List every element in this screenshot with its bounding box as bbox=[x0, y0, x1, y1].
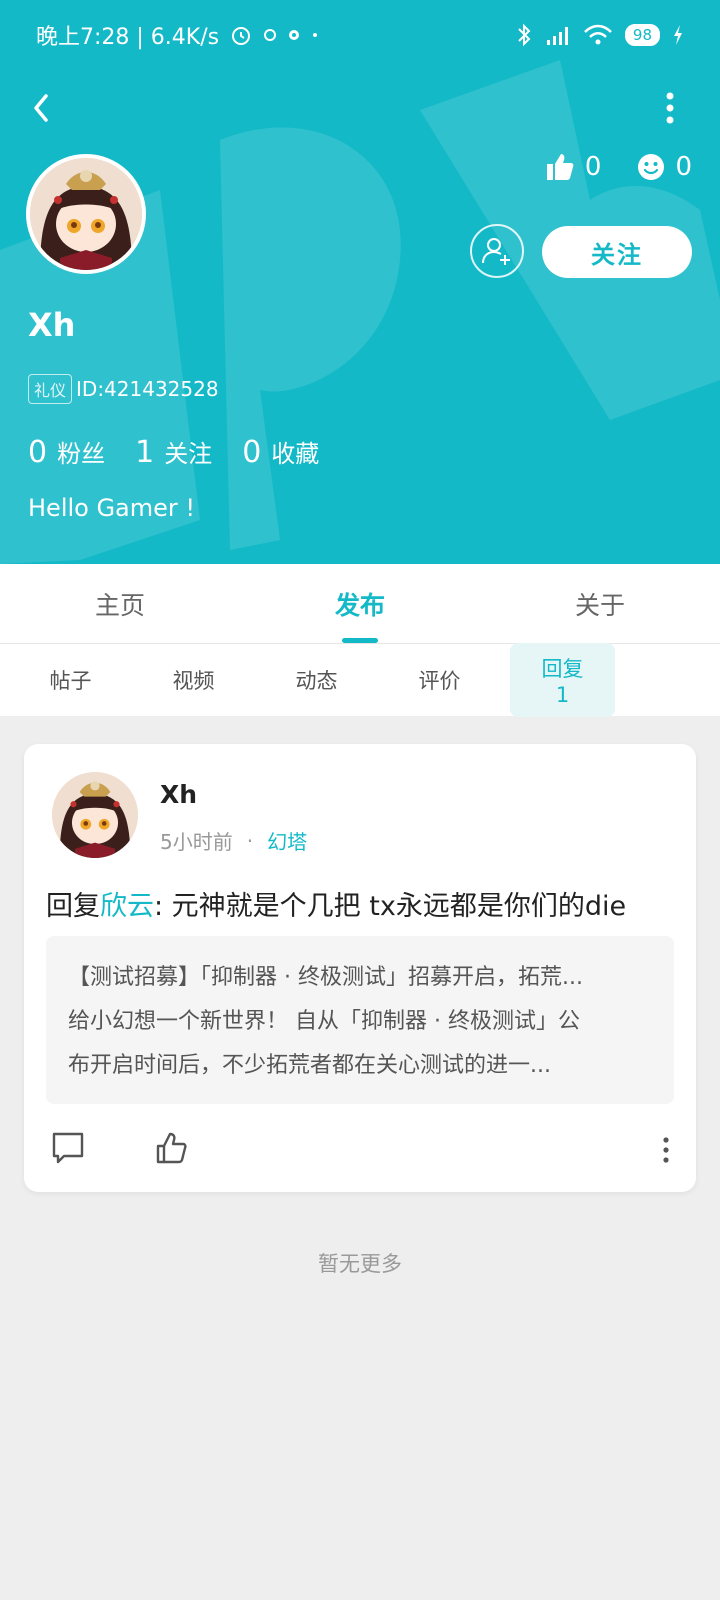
add-user-icon bbox=[482, 238, 510, 265]
tab-posts[interactable]: 发布 bbox=[240, 564, 480, 643]
tab-home[interactable]: 主页 bbox=[0, 564, 240, 643]
collect-label: 收藏 bbox=[271, 440, 320, 468]
profile-counts: 0 粉丝 1 关注 0 收藏 bbox=[28, 434, 319, 470]
card-more-button[interactable] bbox=[658, 1132, 674, 1168]
alarm-icon bbox=[232, 27, 251, 45]
signal-icon bbox=[546, 27, 568, 45]
tab-about[interactable]: 关于 bbox=[480, 564, 720, 643]
bluetooth-icon bbox=[518, 23, 531, 47]
thumbs-up-icon bbox=[546, 154, 574, 180]
likes-count: 0 bbox=[584, 152, 602, 182]
subtab-moments[interactable]: 动态 bbox=[264, 655, 369, 705]
following-count: 1 bbox=[135, 435, 155, 470]
subtab-replies[interactable]: 回复 1 bbox=[510, 643, 615, 717]
avatar-image bbox=[52, 772, 138, 858]
fans-label: 粉丝 bbox=[57, 440, 106, 468]
back-button[interactable] bbox=[24, 80, 80, 136]
follow-button[interactable]: 关注 bbox=[542, 226, 692, 278]
watermark-logo bbox=[0, 60, 720, 564]
card-author[interactable]: Xh bbox=[160, 780, 197, 809]
like-button[interactable] bbox=[154, 1128, 190, 1168]
card-actions bbox=[46, 1128, 674, 1172]
status-time: 晚上7:28 | 6.4K/s bbox=[36, 25, 220, 50]
reply-card[interactable]: Xh 5小时前 · 幻塔 回复欣云: 元神就是个几把 tx永远都是你们的die … bbox=[24, 744, 696, 1192]
thumbs-up-outline-icon bbox=[156, 1132, 187, 1164]
profile-id: ID:421432528 bbox=[76, 377, 219, 401]
etiquette-badge[interactable]: 礼仪 bbox=[28, 374, 73, 404]
collect-count-item[interactable]: 0 收藏 bbox=[242, 434, 319, 470]
profile-reactions: 0 0 bbox=[545, 152, 692, 182]
card-game-tag[interactable]: 幻塔 bbox=[267, 826, 307, 855]
profile-id-row: 礼仪 ID:421432528 bbox=[28, 374, 219, 404]
notification-eye-icon bbox=[289, 30, 300, 40]
add-friend-button[interactable] bbox=[470, 224, 524, 278]
smile-stat[interactable]: 0 bbox=[637, 152, 692, 182]
no-more-text: 暂无更多 bbox=[318, 1252, 402, 1276]
battery-level: 98 bbox=[624, 24, 660, 46]
fans-count: 0 bbox=[28, 435, 48, 470]
more-vertical-icon bbox=[666, 92, 674, 124]
quote-line: 布开启时间后，不少拓荒者都在关心测试的进一... bbox=[68, 1053, 551, 1078]
small-dot-icon bbox=[313, 33, 318, 37]
reply-text: : 元神就是个几把 tx永远都是你们的die bbox=[154, 891, 627, 922]
notification-dot-icon bbox=[264, 29, 277, 41]
main-tabs: 主页 发布 关于 bbox=[0, 564, 720, 644]
chevron-left-icon bbox=[34, 94, 48, 122]
more-options-button[interactable] bbox=[650, 80, 690, 136]
fans-count-item[interactable]: 0 粉丝 bbox=[28, 434, 105, 470]
card-time: 5小时前 bbox=[160, 830, 233, 854]
more-vertical-icon bbox=[663, 1137, 669, 1163]
reply-mention[interactable]: 欣云 bbox=[100, 891, 154, 922]
card-meta: 5小时前 · 幻塔 bbox=[160, 826, 307, 855]
status-bar: 晚上7:28 | 6.4K/s 98 bbox=[0, 0, 720, 70]
meta-separator: · bbox=[246, 828, 254, 853]
avatar-image bbox=[30, 158, 142, 270]
sub-tabs: 帖子 视频 动态 评价 回复 1 bbox=[0, 643, 720, 717]
comment-icon bbox=[52, 1132, 84, 1164]
reply-prefix: 回复 bbox=[46, 891, 100, 922]
subtab-threads[interactable]: 帖子 bbox=[18, 655, 123, 705]
subtab-videos[interactable]: 视频 bbox=[141, 655, 246, 705]
profile-username: Xh bbox=[28, 306, 76, 344]
subtab-reviews[interactable]: 评价 bbox=[387, 655, 492, 705]
quote-line: 给小幻想一个新世界！ 自从「抑制器 · 终极测试」公 bbox=[68, 1009, 580, 1034]
quoted-post[interactable]: 【测试招募】「抑制器 · 终极测试」招募开启，拓荒... 给小幻想一个新世界！ … bbox=[46, 936, 674, 1104]
charging-icon bbox=[674, 25, 682, 45]
likes-stat[interactable]: 0 bbox=[545, 152, 602, 182]
profile-header: 晚上7:28 | 6.4K/s 98 0 0 关注 Xh 礼仪 ID:42143… bbox=[0, 0, 720, 564]
smile-count: 0 bbox=[675, 152, 692, 182]
reply-content: 回复欣云: 元神就是个几把 tx永远都是你们的die bbox=[46, 884, 626, 923]
collect-count: 0 bbox=[242, 435, 262, 470]
quote-line: 【测试招募】「抑制器 · 终极测试」招募开启，拓荒... bbox=[68, 965, 583, 990]
profile-bio: Hello Gamer ! bbox=[28, 494, 196, 522]
wifi-icon bbox=[584, 24, 612, 45]
following-count-item[interactable]: 1 关注 bbox=[135, 434, 212, 470]
comment-button[interactable] bbox=[50, 1128, 86, 1168]
smile-icon bbox=[638, 154, 665, 180]
card-avatar[interactable] bbox=[52, 772, 138, 858]
profile-avatar[interactable] bbox=[26, 154, 146, 274]
following-label: 关注 bbox=[164, 440, 213, 468]
